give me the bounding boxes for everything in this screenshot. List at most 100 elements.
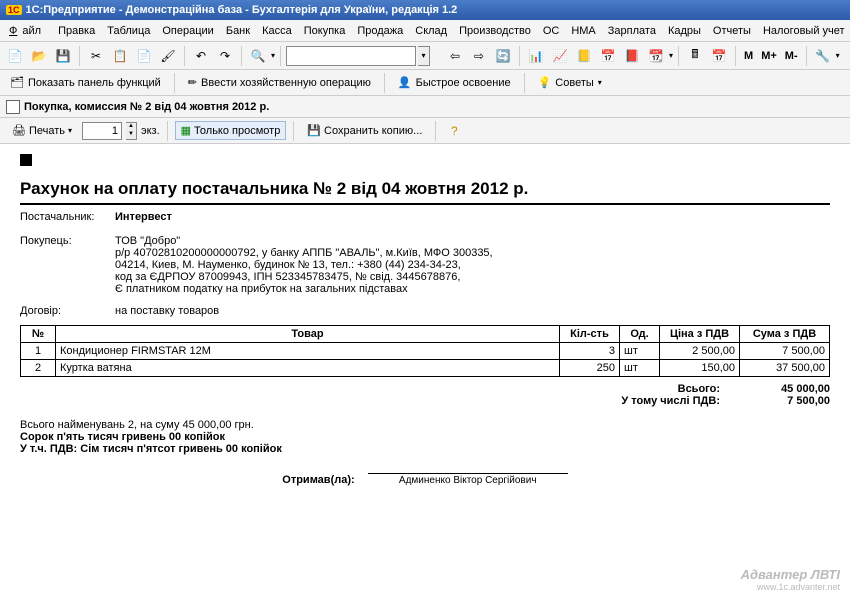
calendar-icon[interactable]: 📆 (645, 45, 667, 67)
menu-file[interactable]: Файл (4, 23, 51, 39)
amount-words: Сорок п'ять тисяч гривень 00 копійок (20, 431, 830, 443)
received-label: Отримав(ла): (282, 474, 354, 486)
search-dropdown-icon[interactable]: ▾ (418, 46, 430, 66)
back-icon[interactable]: ⇦ (444, 45, 466, 67)
menu-purchase[interactable]: Покупка (299, 23, 351, 39)
print-button[interactable]: 🖨 Печать ▾ (6, 121, 78, 140)
brush-icon[interactable]: 🖌 (157, 45, 179, 67)
redo-icon[interactable]: ↷ (214, 45, 236, 67)
paste-icon[interactable]: 📄 (133, 45, 155, 67)
buyer-label: Покупець: (20, 235, 115, 295)
document-toolbar: 🖨 Печать ▾ ▲▼ экз. ▦ Только просмотр 💾 С… (0, 118, 850, 144)
menu-sale[interactable]: Продажа (352, 23, 408, 39)
invoice-title: Рахунок на оплату постачальника № 2 від … (20, 179, 830, 205)
col-num: № (21, 326, 56, 343)
view-only-button[interactable]: ▦ Только просмотр (175, 121, 287, 140)
table-row: 2 Куртка ватяна 250 шт 150,00 37 500,00 (21, 360, 830, 377)
journal-icon[interactable]: 📒 (573, 45, 595, 67)
refresh-icon[interactable]: 🔄 (492, 45, 514, 67)
copies-input[interactable] (82, 122, 122, 140)
show-panel-button[interactable]: 🗂 Показать панель функций (4, 74, 167, 91)
save-copy-label: Сохранить копию... (324, 125, 422, 137)
menu-production[interactable]: Производство (454, 23, 536, 39)
save-copy-button[interactable]: 💾 Сохранить копию... (301, 121, 428, 140)
financial-icon[interactable]: 📈 (549, 45, 571, 67)
person-icon: 👤 (398, 76, 412, 89)
vat-words: У т.ч. ПДВ: Сім тисяч п'ятсот гривень 00… (20, 443, 830, 455)
col-qty: Кіл-сть (560, 326, 620, 343)
main-menubar: Файл Правка Таблица Операции Банк Касса … (0, 20, 850, 42)
plan-icon[interactable]: 📅 (597, 45, 619, 67)
printer-icon: 🖨 (12, 124, 26, 137)
undo-icon[interactable]: ↶ (190, 45, 212, 67)
icon-toolbar: 📄 📂 💾 ✂ 📋 📄 🖌 ↶ ↷ 🔍 ▾ ▾ ⇦ ⇨ 🔄 📊 📈 📒 📅 📕 … (0, 42, 850, 70)
menu-os[interactable]: ОС (538, 23, 565, 39)
total-value: 45 000,00 (750, 383, 830, 395)
help-icon[interactable]: ? (443, 120, 465, 142)
chart-icon[interactable]: 📊 (525, 45, 547, 67)
menu-warehouse[interactable]: Склад (410, 23, 452, 39)
print-label: Печать (29, 125, 65, 137)
mminus-button[interactable]: M- (782, 50, 801, 62)
buyer-details-3: код за ЄДРПОУ 87009943, ІПН 523345783475… (115, 271, 830, 283)
signature-block: Отримав(ла): Админенко Віктор Сергійович (20, 473, 830, 486)
table-row: 1 Кондиционер FIRMSTAR 12M 3 шт 2 500,00… (21, 343, 830, 360)
grid-icon: ▦ (181, 124, 191, 137)
summary-line: Всього найменувань 2, на суму 45 000,00 … (20, 419, 830, 431)
signatory-name: Админенко Віктор Сергійович (399, 475, 537, 486)
date-icon[interactable]: 📅 (708, 45, 730, 67)
menu-hr[interactable]: Кадры (663, 23, 706, 39)
menu-cash[interactable]: Касса (257, 23, 297, 39)
zoom-icon[interactable]: 🔍 (247, 45, 269, 67)
book-icon[interactable]: 📕 (621, 45, 643, 67)
quick-label: Быстрое освоение (416, 77, 511, 89)
contract-value: на поставку товаров (115, 305, 830, 317)
menu-table[interactable]: Таблица (102, 23, 155, 39)
buyer-details-1: р/р 40702810200000000792, у банку АППБ "… (115, 247, 830, 259)
document-tab: Покупка, комиссия № 2 від 04 жовтня 2012… (0, 96, 850, 118)
total-label: Всього: (540, 383, 720, 395)
vat-label: У тому числі ПДВ: (540, 395, 720, 407)
watermark: Адвантер ЛВТІ www.1c.advanter.net (741, 567, 840, 592)
window-titlebar: 1C 1С:Предприятие - Демонстраційна база … (0, 0, 850, 20)
open-icon[interactable]: 📂 (28, 45, 50, 67)
menu-bank[interactable]: Банк (221, 23, 255, 39)
document-icon (6, 100, 20, 114)
copies-spinner[interactable]: ▲▼ (126, 122, 137, 140)
quick-button[interactable]: 👤 Быстрое освоение (392, 74, 517, 91)
menu-operations[interactable]: Операции (157, 23, 218, 39)
tips-button[interactable]: 💡 Советы ▾ (532, 74, 608, 91)
menu-tax[interactable]: Налоговый учет (758, 23, 850, 39)
contract-label: Договір: (20, 305, 115, 317)
col-product: Товар (56, 326, 560, 343)
totals-block: Всього: 45 000,00 У тому числі ПДВ: 7 50… (20, 383, 830, 407)
calc-icon[interactable]: 🖩 (684, 45, 706, 67)
app-logo-icon: 1C (6, 5, 22, 15)
forward-icon[interactable]: ⇨ (468, 45, 490, 67)
m-button[interactable]: M (741, 50, 756, 62)
menu-edit[interactable]: Правка (53, 23, 100, 39)
supplier-label: Постачальник: (20, 211, 115, 223)
menu-salary[interactable]: Зарплата (603, 23, 661, 39)
menu-reports[interactable]: Отчеты (708, 23, 756, 39)
document-tab-title: Покупка, комиссия № 2 від 04 жовтня 2012… (24, 101, 269, 113)
supplier-value: Интервест (115, 211, 830, 223)
mplus-button[interactable]: M+ (758, 50, 780, 62)
window-title: 1С:Предприятие - Демонстраційна база - Б… (26, 4, 458, 16)
invoice-table: № Товар Кіл-сть Од. Ціна з ПДВ Сума з ПД… (20, 325, 830, 377)
buyer-details-4: Є платником податку на прибуток на загал… (115, 283, 830, 295)
buyer-value: ТОВ "Добро" (115, 235, 830, 247)
search-input[interactable] (286, 46, 416, 66)
cut-icon[interactable]: ✂ (85, 45, 107, 67)
new-icon[interactable]: 📄 (4, 45, 26, 67)
enter-op-label: Ввести хозяйственную операцию (201, 77, 371, 89)
vat-value: 7 500,00 (750, 395, 830, 407)
copy-icon[interactable]: 📋 (109, 45, 131, 67)
page-marker-icon (20, 154, 32, 166)
pencil-icon: ✏ (188, 76, 197, 89)
save-icon[interactable]: 💾 (52, 45, 74, 67)
enter-op-button[interactable]: ✏ Ввести хозяйственную операцию (182, 74, 377, 91)
bulb-icon: 💡 (538, 76, 552, 89)
menu-nma[interactable]: НМА (566, 23, 600, 39)
wrench-icon[interactable]: 🔧 (812, 45, 834, 67)
